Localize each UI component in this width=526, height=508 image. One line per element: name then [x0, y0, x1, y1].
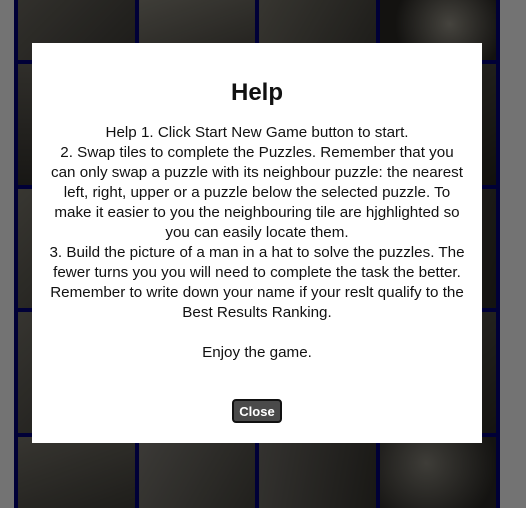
- help-step-3: 3. Build the picture of a man in a hat t…: [49, 244, 465, 321]
- puzzle-game-page: Help Help 1. Click Start New Game button…: [0, 0, 526, 508]
- dialog-title: Help: [230, 79, 283, 106]
- enjoy-text: Enjoy the game.: [202, 344, 312, 361]
- help-text: Help 1. Click Start New Game button to s…: [46, 123, 468, 363]
- close-button[interactable]: Close: [232, 399, 282, 423]
- help-dialog: Help Help 1. Click Start New Game button…: [32, 43, 482, 443]
- help-step-1: Help 1. Click Start New Game button to s…: [105, 124, 409, 141]
- help-step-2: 2. Swap tiles to complete the Puzzles. R…: [51, 144, 463, 241]
